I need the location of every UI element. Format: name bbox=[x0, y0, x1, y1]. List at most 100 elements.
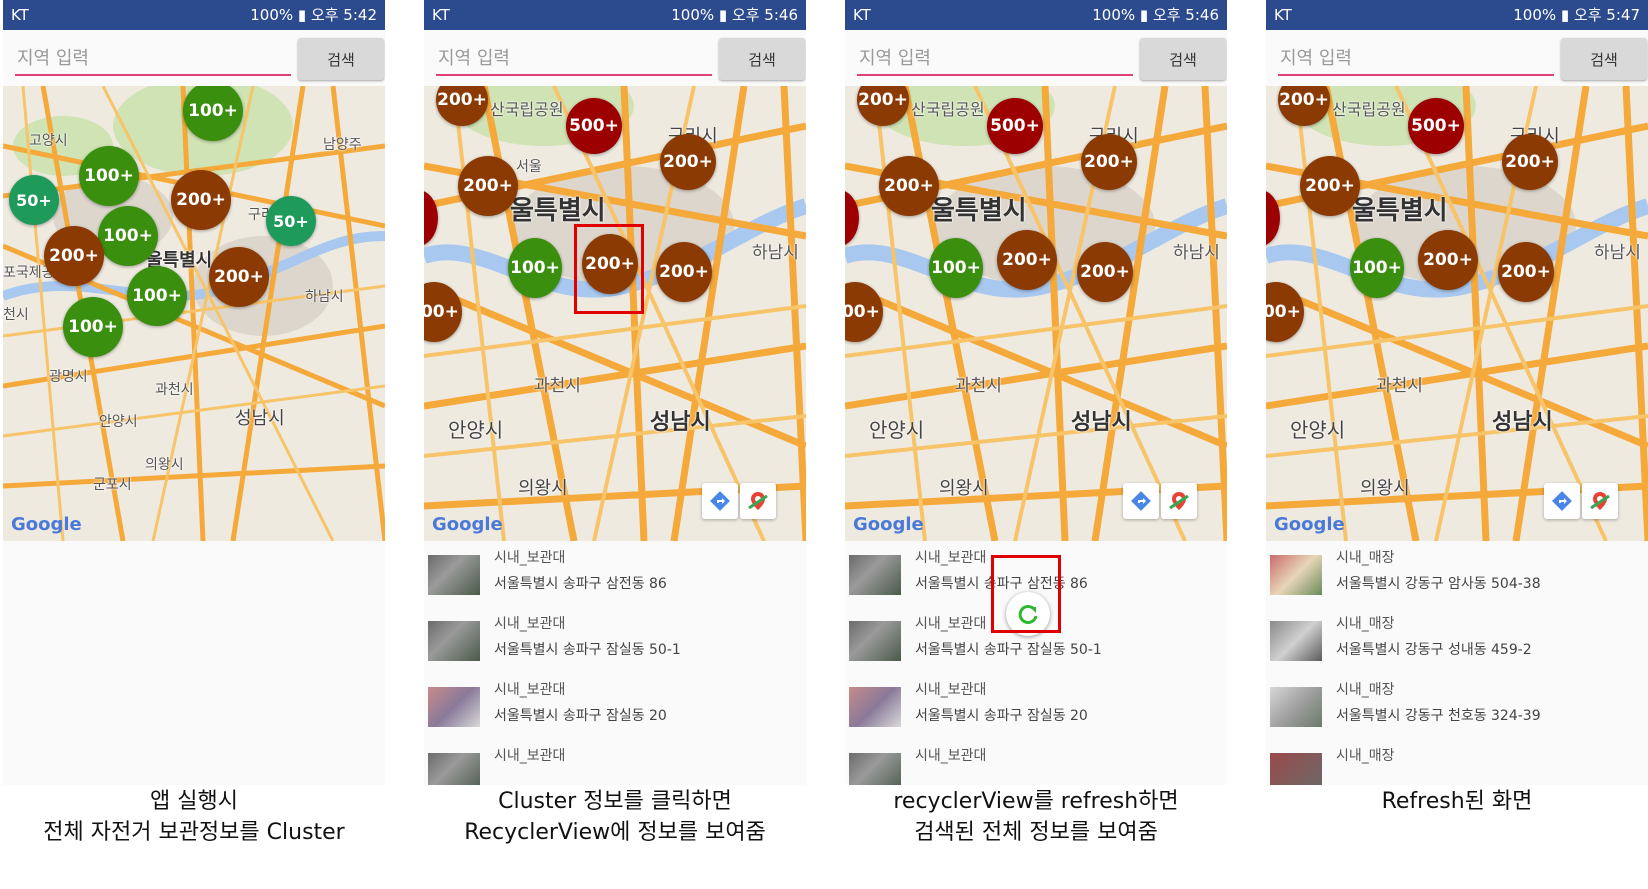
battery-label: 100% bbox=[250, 6, 294, 24]
cluster-marker[interactable]: 50+ bbox=[9, 175, 59, 225]
cluster-marker[interactable]: 100+ bbox=[929, 238, 983, 298]
cluster-marker[interactable]: 200+ bbox=[997, 230, 1057, 290]
recycler-view[interactable]: 시내_매장 서울특별시 강동구 암사동 504-38 시내_매장 서울특별시 강… bbox=[1266, 541, 1648, 785]
map-place-label: 서울 bbox=[516, 159, 542, 175]
item-category: 시내_보관대 bbox=[494, 682, 566, 698]
caption-line: 전체 자전거 보관정보를 Cluster bbox=[43, 820, 345, 845]
item-address: 서울특별시 송파구 잠실동 20 bbox=[494, 708, 667, 724]
recycler-view[interactable]: 시내_보관대 서울특별시 송파구 삼전동 86 시내_보관대 서울특별시 송파구… bbox=[424, 541, 806, 785]
cluster-marker[interactable]: 200+ bbox=[171, 170, 231, 230]
cluster-marker[interactable]: 200+ bbox=[1502, 134, 1558, 190]
list-item[interactable]: 시내_매장 서울특별시 강동구 성내동 459-2 bbox=[1266, 607, 1648, 675]
item-category: 시내_보관대 bbox=[915, 616, 987, 632]
list-item[interactable]: 시내_매장 서울특별시 강동구 암사동 504-38 bbox=[1266, 541, 1648, 609]
cluster-marker[interactable]: 100+ bbox=[508, 238, 562, 298]
cluster-marker[interactable]: 200+ bbox=[660, 134, 716, 190]
google-maps-icon[interactable] bbox=[1582, 483, 1618, 519]
item-address: 서울특별시 강동구 성내동 459-2 bbox=[1336, 642, 1532, 658]
google-logo: Google bbox=[853, 514, 924, 535]
google-maps-icon[interactable] bbox=[740, 483, 776, 519]
map-place-label: 과천시 bbox=[534, 376, 581, 396]
clock: 오후 5:46 bbox=[731, 6, 798, 24]
region-search-input[interactable] bbox=[1278, 42, 1554, 76]
list-item[interactable]: 시내_매장 bbox=[1266, 739, 1648, 785]
cluster-marker[interactable]: 200+ bbox=[1300, 156, 1360, 216]
caption-screen-3: recyclerView를 refresh하면 검색된 전체 정보를 보여줌 bbox=[826, 786, 1246, 848]
storage-photo bbox=[849, 753, 901, 785]
cluster-marker[interactable]: 200+ bbox=[879, 156, 939, 216]
battery-label: 100% bbox=[1092, 6, 1136, 24]
map-view[interactable]: 산국립공원 구리시 울특별시 하남시 과천시 안양시 성남시 의왕시 200+ … bbox=[845, 86, 1227, 541]
battery-label: 100% bbox=[671, 6, 715, 24]
list-item[interactable]: 시내_매장 서울특별시 강동구 천호동 324-39 bbox=[1266, 673, 1648, 741]
storage-photo bbox=[428, 555, 480, 595]
list-item[interactable]: 시내_보관대 bbox=[424, 739, 806, 785]
store-photo bbox=[1270, 753, 1322, 785]
item-category: 시내_매장 bbox=[1336, 616, 1395, 632]
storage-photo bbox=[849, 621, 901, 661]
cluster-marker[interactable]: 100+ bbox=[79, 146, 139, 206]
cluster-marker[interactable]: 500+ bbox=[1408, 98, 1464, 154]
cluster-marker[interactable]: 200+ bbox=[209, 247, 269, 307]
directions-icon[interactable] bbox=[1544, 483, 1580, 519]
search-button[interactable]: 검색 bbox=[1140, 38, 1226, 80]
search-button[interactable]: 검색 bbox=[298, 38, 384, 80]
carrier-label: KT bbox=[853, 6, 871, 24]
item-address: 서울특별시 송파구 삼전동 86 bbox=[494, 576, 667, 592]
search-button[interactable]: 검색 bbox=[719, 38, 805, 80]
list-item[interactable]: 시내_보관대 서울특별시 송파구 잠실동 20 bbox=[424, 673, 806, 741]
item-address: 서울특별시 강동구 천호동 324-39 bbox=[1336, 708, 1541, 724]
recycler-view[interactable]: 시내_보관대 서울특별시 송파구 삼전동 86 시내_보관대 서울특별시 송파구… bbox=[845, 541, 1227, 785]
cluster-marker[interactable]: 200+ bbox=[1418, 230, 1478, 290]
google-logo: Google bbox=[11, 514, 82, 535]
region-search-input[interactable] bbox=[15, 42, 291, 76]
cluster-marker[interactable]: 50+ bbox=[266, 196, 316, 246]
map-place-label: 하남시 bbox=[1594, 243, 1641, 263]
cluster-marker[interactable]: 200+ bbox=[458, 156, 518, 216]
carrier-label: KT bbox=[11, 6, 29, 24]
item-category: 시내_매장 bbox=[1336, 682, 1395, 698]
map-place-label: 안양시 bbox=[99, 414, 138, 430]
store-photo bbox=[1270, 687, 1322, 727]
recycler-view[interactable] bbox=[3, 541, 385, 785]
storage-photo bbox=[428, 753, 480, 785]
map-place-label: 산국립공원 bbox=[911, 100, 985, 119]
cluster-marker[interactable]: 200+ bbox=[44, 226, 104, 286]
map-view[interactable]: 산국립공원 구리시 울특별시 하남시 과천시 안양시 성남시 의왕시 200+ … bbox=[1266, 86, 1648, 541]
google-maps-icon[interactable] bbox=[1161, 483, 1197, 519]
search-bar: 검색 bbox=[3, 30, 385, 86]
cluster-marker[interactable]: 100+ bbox=[63, 297, 123, 357]
storage-photo bbox=[428, 621, 480, 661]
selection-highlight bbox=[574, 224, 644, 314]
cluster-marker[interactable]: 500+ bbox=[987, 98, 1043, 154]
directions-icon[interactable] bbox=[1123, 483, 1159, 519]
search-button[interactable]: 검색 bbox=[1561, 38, 1647, 80]
map-place-label: 의왕시 bbox=[1360, 478, 1410, 499]
status-bar: KT 100% ▮ 오후 5:46 bbox=[845, 0, 1227, 30]
item-category: 시내_보관대 bbox=[494, 550, 566, 566]
caption-line: recyclerView를 refresh하면 bbox=[893, 789, 1179, 814]
map-place-label: 하남시 bbox=[752, 243, 799, 263]
list-item[interactable]: 시내_보관대 서울특별시 송파구 잠실동 50-1 bbox=[424, 607, 806, 675]
caption-screen-1: 앱 실행시 전체 자전거 보관정보를 Cluster bbox=[0, 786, 404, 848]
cluster-marker[interactable]: 200+ bbox=[1077, 242, 1133, 302]
list-item[interactable]: 시내_보관대 서울특별시 송파구 잠실동 20 bbox=[845, 673, 1227, 741]
cluster-marker[interactable]: 100+ bbox=[1350, 238, 1404, 298]
cluster-marker[interactable]: 100+ bbox=[98, 206, 158, 266]
cluster-marker[interactable]: 200+ bbox=[1498, 242, 1554, 302]
cluster-marker[interactable]: 100+ bbox=[127, 266, 187, 326]
map-view[interactable]: 고양시 남양주 포국제공 구리 하남시 천시 울특별시 광명시 과천시 안양시 … bbox=[3, 86, 385, 541]
region-search-input[interactable] bbox=[436, 42, 712, 76]
store-photo bbox=[1270, 621, 1322, 661]
item-address: 서울특별시 송파구 잠실동 50-1 bbox=[494, 642, 681, 658]
map-view[interactable]: 산국립공원 구리시 서울 울특별시 하남시 과천시 안양시 성남시 의왕시 20… bbox=[424, 86, 806, 541]
region-search-input[interactable] bbox=[857, 42, 1133, 76]
phone-screen-1: KT 100% ▮ 오후 5:42 검색 고양시 남양주 포국제공 구리 하남시… bbox=[3, 0, 385, 785]
cluster-marker[interactable]: 500+ bbox=[566, 98, 622, 154]
directions-icon[interactable] bbox=[702, 483, 738, 519]
clock: 오후 5:42 bbox=[310, 6, 377, 24]
cluster-marker[interactable]: 200+ bbox=[1081, 134, 1137, 190]
list-item[interactable]: 시내_보관대 서울특별시 송파구 삼전동 86 bbox=[424, 541, 806, 609]
cluster-marker[interactable]: 200+ bbox=[656, 242, 712, 302]
list-item[interactable]: 시내_보관대 bbox=[845, 739, 1227, 785]
